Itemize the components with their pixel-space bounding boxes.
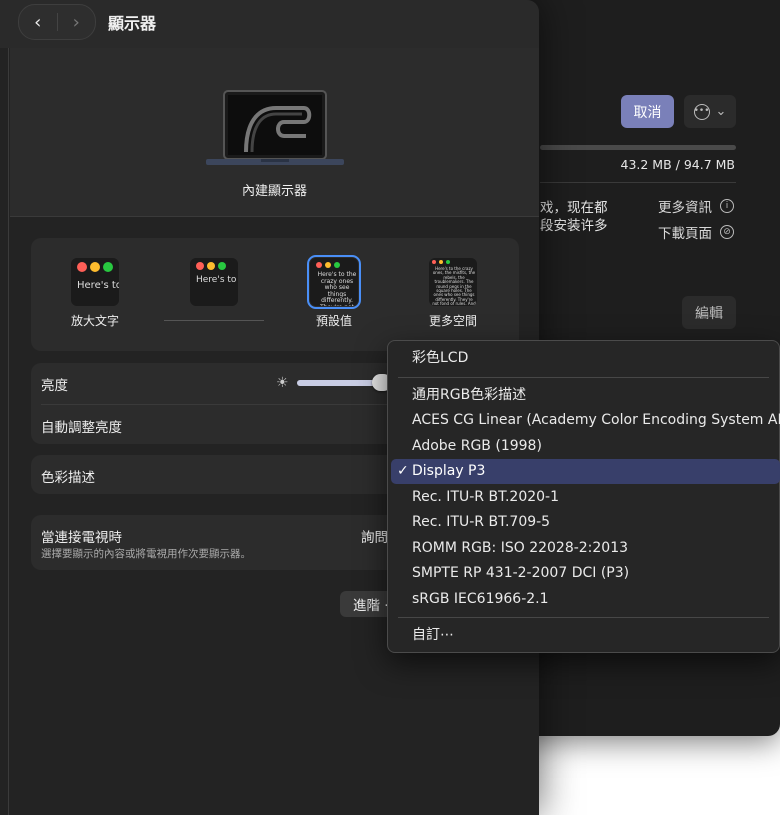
info-icon: i	[720, 199, 734, 213]
menu-item-selected[interactable]: ✓ Display P3	[391, 459, 780, 484]
checkmark-icon: ✓	[397, 463, 409, 479]
resolution-preview: Here's to the crazy ones, the misfits, t…	[429, 258, 477, 306]
more-info-label: 更多資訊	[658, 200, 712, 216]
chevron-left-icon: ‹	[34, 11, 42, 33]
resolution-divider	[164, 320, 264, 321]
sun-icon: ☀	[276, 375, 289, 391]
preview-text: Here's to the crazy ones who see things …	[317, 271, 357, 306]
cancel-button[interactable]: 取消	[621, 95, 674, 128]
menu-separator	[398, 377, 769, 378]
sidebar-edge	[8, 0, 9, 815]
preview-text: Here's to the troublemakers. The round p…	[77, 280, 119, 291]
description-line-1: 戏，现在都	[540, 200, 608, 216]
chevron-right-icon: ›	[72, 11, 80, 33]
resolution-preview: Here's to the crazy ones who see things …	[307, 255, 361, 309]
menu-item-custom[interactable]: 自訂⋯	[412, 623, 454, 648]
menu-item[interactable]: Adobe RGB (1998)	[412, 434, 542, 459]
tv-description: 選擇要顯示的內容或將電視用作次要顯示器。	[41, 548, 251, 560]
download-size: 43.2 MB / 94.7 MB	[620, 157, 736, 172]
auto-brightness-label: 自動調整亮度	[41, 420, 122, 436]
menu-item-label: Display P3	[412, 463, 486, 479]
preview-text: Here's to the crazy ones, the misfits, t…	[432, 266, 476, 306]
color-profile-menu: 彩色LCD 通用RGB色彩描述 ACES CG Linear (Academy …	[387, 340, 780, 653]
brightness-fill	[296, 380, 383, 386]
resolution-card: Here's to the troublemakers. The round p…	[31, 238, 519, 351]
window-title: 顯示器	[108, 14, 157, 33]
preview-text: Here's to the troublemakers. The round p…	[196, 275, 238, 285]
description-line-2: 段安装许多	[540, 218, 608, 234]
menu-item[interactable]: SMPTE RP 431-2-2007 DCI (P3)	[412, 561, 629, 586]
menu-separator	[398, 617, 769, 618]
forward-button[interactable]: ›	[57, 5, 95, 39]
brightness-label: 亮度	[41, 378, 68, 394]
menu-item[interactable]: ROMM RGB: ISO 22028-2:2013	[412, 536, 628, 561]
macbook-display-icon[interactable]	[206, 88, 344, 170]
menu-item[interactable]: Rec. ITU-R BT.2020-1	[412, 485, 559, 510]
menu-item[interactable]: 通用RGB色彩描述	[412, 383, 526, 408]
tv-option-select[interactable]: 詢問	[361, 526, 388, 546]
more-info-link[interactable]: 更多資訊 i	[658, 196, 734, 216]
resolution-option-label: 放大文字	[70, 314, 119, 328]
edit-button[interactable]: 編輯	[682, 296, 736, 329]
more-options-button[interactable]: ••• ⌄	[684, 95, 736, 128]
resolution-preview: Here's to the troublemakers. The round p…	[71, 258, 119, 306]
menu-item[interactable]: sRGB IEC61966-2.1	[412, 587, 549, 612]
display-header: 內建顯示器	[10, 48, 539, 217]
menu-item-color-lcd[interactable]: 彩色LCD	[412, 346, 468, 371]
resolution-option-label: 更多空間	[428, 314, 477, 328]
chevron-down-icon: ⌄	[715, 104, 727, 119]
resolution-option-label: 預設值	[315, 314, 352, 328]
navigation-buttons: ‹ ›	[18, 4, 96, 40]
resolution-option-2[interactable]: Here's to the troublemakers. The round p…	[164, 258, 264, 321]
divider	[540, 182, 736, 183]
tv-label: 當連接電視時	[41, 530, 122, 546]
resolution-option-more-space[interactable]: Here's to the crazy ones, the misfits, t…	[403, 258, 503, 329]
resolution-option-larger-text[interactable]: Here's to the troublemakers. The round p…	[45, 258, 145, 329]
download-page-link[interactable]: 下載頁面 ⊘	[658, 222, 734, 242]
titlebar: ‹ › 顯示器	[0, 0, 539, 48]
back-button[interactable]: ‹	[19, 5, 57, 39]
resolution-preview: Here's to the troublemakers. The round p…	[190, 258, 238, 306]
download-page-label: 下載頁面	[658, 226, 712, 242]
link-icon: ⊘	[720, 225, 734, 239]
display-name: 內建顯示器	[241, 184, 307, 199]
color-profile-label: 色彩描述	[41, 470, 95, 486]
ellipsis-circle-icon: •••	[693, 103, 710, 120]
resolution-option-default[interactable]: Here's to the crazy ones who see things …	[284, 255, 384, 329]
download-progress-bar	[540, 145, 736, 150]
menu-item[interactable]: Rec. ITU-R BT.709-5	[412, 510, 550, 535]
menu-item[interactable]: ACES CG Linear (Academy Color Encoding S…	[412, 408, 780, 433]
